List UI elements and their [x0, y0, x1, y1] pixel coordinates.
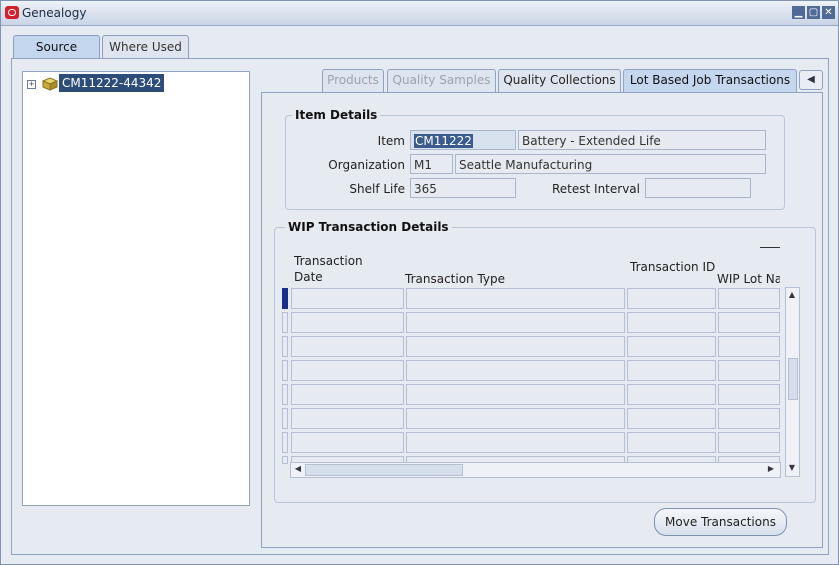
vertical-scroll-thumb[interactable] [788, 358, 798, 400]
organization-code-field[interactable]: M1 [410, 154, 453, 174]
row-indicator[interactable] [282, 288, 288, 309]
shelf-life-field[interactable]: 365 [410, 178, 516, 198]
cell-transaction-type[interactable] [406, 432, 625, 453]
cell-transaction-type[interactable] [406, 288, 625, 309]
row-indicator[interactable] [282, 456, 288, 464]
retest-interval-label: Retest Interval [552, 182, 640, 196]
item-label: Item [377, 134, 405, 148]
close-icon[interactable]: ✕ [822, 6, 835, 19]
column-header-divider [760, 247, 780, 248]
cell-transaction-id[interactable] [627, 360, 716, 381]
title-bar: Genealogy ▁ ▢ ✕ [1, 1, 838, 26]
cell-transaction-type[interactable] [406, 312, 625, 333]
row-indicator[interactable] [282, 384, 288, 405]
window-title: Genealogy [22, 6, 87, 20]
row-indicator[interactable] [282, 408, 288, 429]
tab-lot-based-job-transactions[interactable]: Lot Based Job Transactions [623, 69, 797, 92]
cell-transaction-type[interactable] [406, 408, 625, 429]
horizontal-scrollbar[interactable]: ◀ ▶ [290, 462, 781, 478]
column-header-transaction-type[interactable]: Transaction Type [405, 271, 505, 287]
cell-transaction-date[interactable] [291, 336, 404, 357]
cell-wip-lot-name[interactable] [718, 384, 780, 405]
column-header-transaction-id[interactable]: Transaction ID [630, 259, 715, 275]
horizontal-scroll-thumb[interactable] [305, 464, 463, 476]
cell-transaction-date[interactable] [291, 288, 404, 309]
organization-name-field[interactable]: Seattle Manufacturing [455, 154, 766, 174]
genealogy-tree[interactable]: + CM11222-44342 [22, 71, 250, 506]
cell-transaction-id[interactable] [627, 288, 716, 309]
cell-transaction-date[interactable] [291, 408, 404, 429]
cell-transaction-date[interactable] [291, 312, 404, 333]
item-description-field[interactable]: Battery - Extended Life [518, 130, 766, 150]
wip-details-title: WIP Transaction Details [285, 220, 452, 234]
cell-transaction-id[interactable] [627, 336, 716, 357]
cell-transaction-id[interactable] [627, 432, 716, 453]
tree-node-lot[interactable]: CM11222-44342 [59, 74, 165, 92]
item-value: CM11222 [414, 134, 473, 148]
row-indicator[interactable] [282, 312, 288, 333]
column-header-wip-lot-name[interactable]: WIP Lot Na [717, 271, 780, 287]
maximize-icon[interactable]: ▢ [807, 6, 820, 19]
row-indicator[interactable] [282, 336, 288, 357]
shelf-life-label: Shelf Life [349, 182, 405, 196]
row-indicator[interactable] [282, 432, 288, 453]
cell-wip-lot-name[interactable] [718, 408, 780, 429]
row-indicator[interactable] [282, 360, 288, 381]
cell-transaction-type[interactable] [406, 384, 625, 405]
tab-where-used[interactable]: Where Used [102, 35, 189, 60]
scroll-right-icon[interactable]: ▶ [765, 463, 777, 475]
organization-label: Organization [328, 158, 405, 172]
tab-quality-collections[interactable]: Quality Collections [498, 69, 621, 92]
retest-interval-field[interactable] [645, 178, 751, 198]
cell-wip-lot-name[interactable] [718, 312, 780, 333]
minimize-icon[interactable]: ▁ [792, 6, 805, 19]
tree-expand-icon[interactable]: + [27, 80, 36, 89]
move-transactions-button[interactable]: Move Transactions [654, 508, 787, 536]
cell-wip-lot-name[interactable] [718, 336, 780, 357]
lot-cube-icon [41, 77, 59, 91]
vertical-scrollbar[interactable]: ▲ ▼ [785, 287, 800, 477]
tab-products[interactable]: Products [322, 69, 384, 92]
cell-transaction-id[interactable] [627, 384, 716, 405]
item-details-title: Item Details [292, 108, 381, 122]
cell-transaction-type[interactable] [406, 360, 625, 381]
cell-transaction-date[interactable] [291, 432, 404, 453]
cell-wip-lot-name[interactable] [718, 360, 780, 381]
cell-transaction-id[interactable] [627, 312, 716, 333]
cell-transaction-date[interactable] [291, 384, 404, 405]
oracle-logo-icon [5, 6, 19, 19]
item-field[interactable]: CM11222 [410, 130, 516, 150]
scroll-up-icon[interactable]: ▲ [786, 289, 798, 301]
cell-transaction-date[interactable] [291, 360, 404, 381]
tab-quality-samples[interactable]: Quality Samples [387, 69, 496, 92]
cell-wip-lot-name[interactable] [718, 432, 780, 453]
tab-source[interactable]: Source [13, 35, 100, 60]
tab-scroll-left-icon[interactable]: ◀ [799, 70, 823, 90]
cell-transaction-type[interactable] [406, 336, 625, 357]
cell-wip-lot-name[interactable] [718, 288, 780, 309]
cell-transaction-id[interactable] [627, 408, 716, 429]
column-header-transaction-date[interactable]: Transaction Date [294, 253, 363, 285]
scroll-down-icon[interactable]: ▼ [786, 462, 798, 474]
scroll-left-icon[interactable]: ◀ [292, 463, 304, 475]
